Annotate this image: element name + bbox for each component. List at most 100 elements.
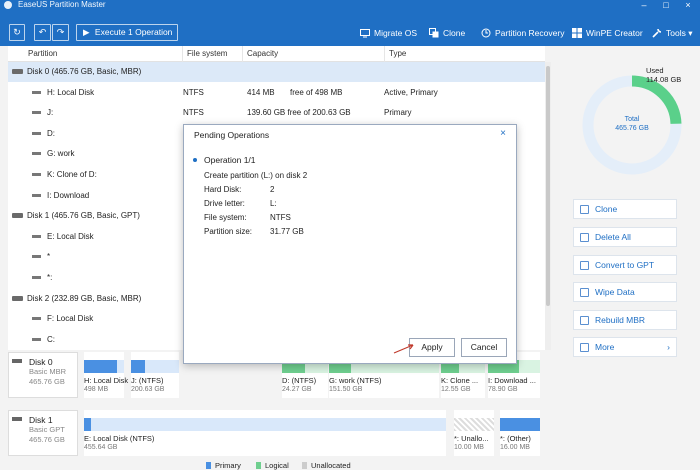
- column-header-file-system[interactable]: File system: [183, 46, 243, 62]
- partition-block-size: 16.00 MB: [500, 444, 530, 451]
- delete-icon: [580, 233, 589, 242]
- partition-block-size: 12.55 GB: [441, 386, 471, 393]
- partition-block-name: G: work (NTFS): [329, 376, 382, 385]
- field-label-hard-disk: Hard Disk:: [204, 185, 242, 194]
- clone-button[interactable]: Clone: [429, 26, 465, 40]
- winpe-creator-button[interactable]: WinPE Creator: [572, 26, 643, 40]
- column-header-partition[interactable]: Partition: [8, 46, 183, 62]
- row-name-cell: G: work: [32, 144, 75, 164]
- redo-icon: ↷: [56, 27, 65, 37]
- disk-map-name: Disk 1: [29, 415, 53, 425]
- action-label: Rebuild MBR: [595, 315, 646, 325]
- table-header: Partition File system Capacity Type: [8, 46, 545, 62]
- disk-usage-donut: Total 465.76 GB: [577, 70, 687, 180]
- row-name-text: H: Local Disk: [47, 87, 95, 97]
- partition-block[interactable]: E: Local Disk (NTFS) 455.64 GB: [84, 410, 446, 456]
- action-wipe-data-button[interactable]: Wipe Data: [573, 282, 677, 302]
- row-name-text: I: Download: [47, 190, 90, 200]
- partition-block-size: 200.63 GB: [131, 386, 165, 393]
- row-name-text: Disk 2 (232.89 GB, Basic, MBR): [27, 293, 142, 303]
- partition-block-name: J: (NTFS): [131, 376, 164, 385]
- disk-row[interactable]: Disk 0 (465.76 GB, Basic, MBR): [8, 62, 545, 82]
- legend-logical: Logical: [256, 461, 289, 470]
- clone-icon: [580, 205, 589, 214]
- dialog-title: Pending Operations: [194, 130, 270, 140]
- table-scrollbar[interactable]: [545, 62, 551, 350]
- execute-operations-button[interactable]: ▶ Execute 1 Operation: [76, 24, 178, 41]
- action-rebuild-mbr-button[interactable]: Rebuild MBR: [573, 310, 677, 330]
- disk-map-label[interactable]: Disk 1 Basic GPT 465.76 GB: [8, 410, 78, 456]
- row-name-text: F: Local Disk: [47, 314, 94, 324]
- row-name-text: *:: [47, 273, 53, 282]
- total-label: Total: [625, 116, 640, 123]
- refresh-icon: ↻: [13, 27, 21, 37]
- maximize-button[interactable]: □: [656, 0, 676, 12]
- table-row[interactable]: H: Local Disk NTFS 414 MB free of 498 MB Act…: [8, 83, 545, 103]
- action-more-button[interactable]: More ›: [573, 337, 677, 357]
- tools-button[interactable]: Tools ▾: [652, 26, 693, 40]
- partition-icon: [32, 152, 41, 156]
- row-name-text: K: Clone of D:: [47, 170, 97, 179]
- disk-icon: [12, 295, 23, 301]
- close-window-button[interactable]: ×: [678, 0, 698, 12]
- field-label-partition-size: Partition size:: [204, 227, 253, 236]
- row-name-cell: *:: [32, 268, 52, 288]
- migrate-os-label: Migrate OS: [374, 28, 417, 38]
- partition-block-size: 151.50 GB: [329, 386, 363, 393]
- partition-block-name: K: Clone ...: [441, 376, 479, 385]
- minimize-button[interactable]: –: [634, 0, 654, 12]
- disk-icon: [12, 359, 22, 363]
- table-scrollbar-thumb[interactable]: [546, 66, 550, 306]
- partition-icon: [32, 111, 41, 115]
- field-value-file-system: NTFS: [270, 213, 291, 222]
- partition-recovery-button[interactable]: Partition Recovery: [481, 26, 564, 40]
- action-convert-to-gpt-button[interactable]: Convert to GPT: [573, 255, 677, 275]
- refresh-button[interactable]: ↻: [9, 24, 25, 41]
- partition-block[interactable]: *: (Other) 16.00 MB: [500, 410, 540, 456]
- partition-icon: [32, 173, 41, 176]
- pending-operations-dialog: Pending Operations × Operation 1/1 Creat…: [183, 124, 517, 364]
- partition-block[interactable]: J: (NTFS) 200.63 GB: [131, 352, 179, 398]
- partition-icon: [32, 131, 41, 135]
- partition-block[interactable]: H: Local Disk 498 MB: [84, 352, 128, 398]
- disk-map-label[interactable]: Disk 0 Basic MBR 465.76 GB: [8, 352, 78, 398]
- field-value-hard-disk: 2: [270, 185, 275, 194]
- dialog-close-icon[interactable]: ×: [500, 128, 506, 139]
- undo-button[interactable]: ↶: [34, 24, 51, 41]
- partition-block-name: D: (NTFS): [282, 376, 317, 385]
- cancel-button[interactable]: Cancel: [461, 338, 507, 357]
- field-value-drive-letter: L:: [270, 199, 277, 208]
- table-row[interactable]: J: NTFS 139.60 GB free of 200.63 GB Primary: [8, 103, 545, 123]
- partition-icon: [32, 255, 41, 259]
- winpe-creator-label: WinPE Creator: [586, 28, 643, 38]
- action-clone-button[interactable]: Clone: [573, 199, 677, 219]
- migrate-os-button[interactable]: Migrate OS: [360, 26, 417, 40]
- legend-unallocated-swatch: [302, 462, 307, 469]
- action-label: More: [595, 342, 615, 352]
- action-delete-all-button[interactable]: Delete All: [573, 227, 677, 247]
- disk-map-style: Basic GPT: [29, 425, 65, 434]
- disk-icon: [12, 69, 23, 74]
- redo-button[interactable]: ↷: [52, 24, 69, 41]
- row-name-cell: Disk 2 (232.89 GB, Basic, MBR): [12, 289, 141, 309]
- partition-usage-track: [84, 418, 446, 431]
- row-name-cell: Disk 0 (465.76 GB, Basic, MBR): [12, 62, 141, 82]
- partition-usage-fill: [84, 418, 91, 431]
- column-header-capacity[interactable]: Capacity: [243, 46, 385, 62]
- partition-block-size: 10.00 MB: [454, 444, 484, 451]
- row-type-cell: Primary: [384, 108, 412, 118]
- disk-icon: [12, 417, 22, 421]
- partition-icon: [32, 317, 41, 321]
- partition-block[interactable]: *: Unallo... 10.00 MB: [454, 410, 494, 456]
- migrate-icon: [360, 29, 370, 38]
- partition-icon: [32, 193, 41, 197]
- action-label: Wipe Data: [595, 287, 635, 297]
- row-name-cell: *: [32, 247, 50, 267]
- app-header: EaseUS Partition Master – □ × ↻ ↶ ↷ ▶ Ex…: [0, 0, 700, 46]
- row-name-text: Disk 1 (465.76 GB, Basic, GPT): [27, 211, 140, 221]
- row-name-text: J:: [47, 108, 54, 118]
- partition-block-name: E: Local Disk (NTFS): [84, 434, 155, 443]
- disk-map-size: 465.76 GB: [29, 377, 65, 386]
- partition-recovery-label: Partition Recovery: [495, 28, 565, 38]
- column-header-type[interactable]: Type: [385, 46, 545, 62]
